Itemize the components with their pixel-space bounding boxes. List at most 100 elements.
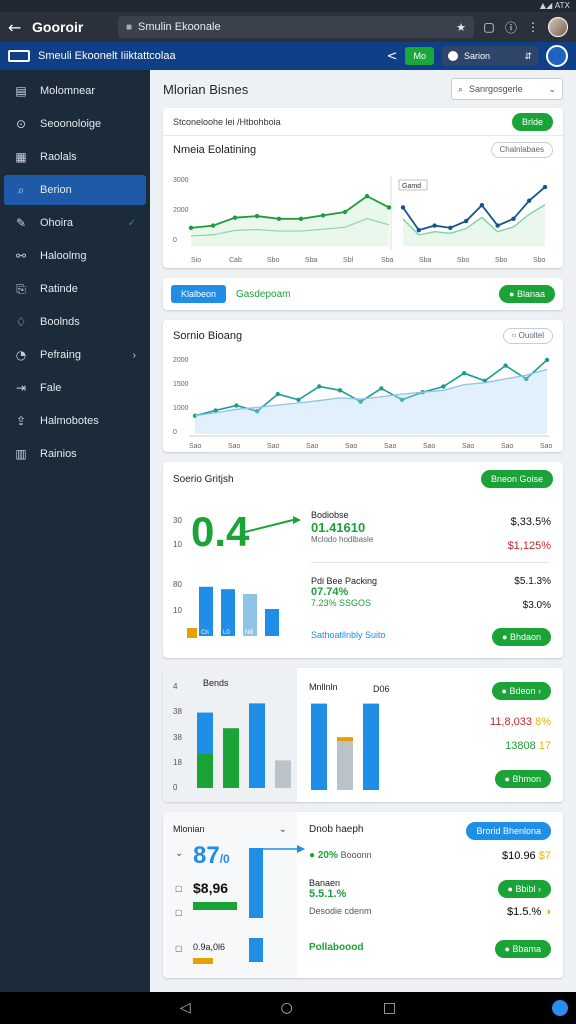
- sidebar-item-label: Pefraing: [40, 349, 81, 361]
- bar-label: NB: [245, 630, 253, 636]
- chart-subtitle: Nmeia Eolatining: [173, 144, 257, 156]
- chevron-down-icon[interactable]: ⌄: [279, 824, 287, 835]
- suite-link[interactable]: Sathoatllnbly Suito: [311, 630, 386, 640]
- more-icon[interactable]: ⋮: [526, 20, 540, 34]
- sidebar-item-label: Molomnear: [40, 85, 96, 97]
- sidebar-item-3[interactable]: ⌕ Berion: [4, 175, 146, 205]
- summary-foot-button[interactable]: ● Bbama: [494, 940, 551, 958]
- data-point: [298, 216, 304, 221]
- area-chart: 2000 1500 1000 0 Sao Sao Sao Sao Sao Sao Sao Sao Sao…: [173, 357, 553, 450]
- nav-recents-icon[interactable]: □: [383, 1000, 396, 1016]
- bar: [265, 609, 279, 636]
- bar: [199, 586, 213, 636]
- checkbox-icon[interactable]: ▢: [175, 944, 183, 953]
- x-tick-label: Sao: [189, 443, 202, 450]
- bar-chart: [311, 703, 379, 790]
- sidebar-item-label: Ratinde: [40, 283, 78, 295]
- sidebar-item-4[interactable]: ✎ Ohoira ✓: [4, 208, 146, 238]
- area-fill: [195, 369, 547, 434]
- data-point: [479, 203, 485, 208]
- book-icon: ▥: [15, 447, 27, 461]
- sidebar-item-7[interactable]: ♢ Boolnds: [4, 307, 146, 337]
- foot-bar: [193, 958, 213, 964]
- x-tick-label: Sao: [462, 443, 475, 450]
- user-avatar[interactable]: [546, 45, 568, 67]
- toggle-icon: [448, 51, 458, 61]
- tabs-icon[interactable]: ▢: [482, 20, 496, 34]
- sidebar-item-tail: ✓: [127, 217, 136, 229]
- sidebar-item-1[interactable]: ⊙ Seoonoloige: [4, 109, 146, 139]
- share-icon[interactable]: <: [387, 49, 398, 64]
- sidebar-item-label: Berion: [40, 184, 72, 196]
- metric-bottom-button[interactable]: ● Bhdaon: [492, 628, 551, 646]
- link-icon: ⚯: [15, 249, 27, 263]
- star-icon[interactable]: ★: [456, 21, 466, 34]
- data-point: [386, 205, 392, 210]
- address-bar[interactable]: ■ Smulin Ekoonale ★: [118, 16, 474, 38]
- selector-label: Sarion: [464, 51, 491, 61]
- sidebar-item-5[interactable]: ⚯ Haloolmg: [4, 241, 146, 271]
- data-point: [544, 357, 550, 363]
- bars-button-1[interactable]: ● Bdeon ›: [491, 682, 551, 700]
- nav-home-icon[interactable]: ○: [281, 1000, 293, 1016]
- filter-right-button[interactable]: ● Blanaa: [499, 285, 555, 303]
- sort-icon: ⇵: [524, 50, 532, 61]
- assistant-icon[interactable]: [552, 1000, 568, 1016]
- summary-blue-button[interactable]: Brorid Bhenlona: [466, 822, 551, 840]
- summary-foot: 0.9a,0l6: [193, 942, 226, 952]
- back-arrow-icon[interactable]: ←: [8, 18, 24, 37]
- sidebar-item-9[interactable]: ⇥ Fale: [4, 373, 146, 403]
- summary-item-2: Banaen 5.5.1.%: [309, 878, 346, 900]
- card-metrics: Soerio Gritjsh Bneon Goise 30 10 0.4 Bod…: [163, 462, 563, 658]
- sidebar-item-0[interactable]: ▤ Molomnear: [4, 76, 146, 106]
- checkbox-icon[interactable]: ▢: [175, 908, 183, 917]
- grid-icon: ▦: [15, 150, 27, 164]
- bar: [275, 760, 291, 788]
- outline-button[interactable]: ○ Ouoltel: [502, 328, 553, 344]
- chevron-down-icon[interactable]: ⌄: [548, 84, 556, 95]
- metric-sub: 7.23% SSGOS: [311, 598, 372, 608]
- settings-icon: ⊙: [15, 117, 27, 131]
- sidebar-item-2[interactable]: ▦ Raolals: [4, 142, 146, 172]
- foot-bar-blue: [249, 938, 263, 962]
- main-content: Mlorian Bisnes ⌕ Sanrgosgerle ⌄ Stconelo…: [150, 70, 576, 992]
- status-bar: ▲◢ ATX: [0, 0, 576, 12]
- bar-segment: [197, 754, 213, 788]
- card-area-chart: Sornio Bioang ○ Ouoltel 2000 1500 1000 0 Sao…: [163, 320, 563, 452]
- x-tick-label: Sbl: [343, 257, 354, 264]
- sidebar-item-8[interactable]: ◔ Pefraing ›: [4, 340, 146, 370]
- x-tick-label: Sbo: [533, 257, 546, 264]
- filter-blue-button[interactable]: Klalbeon: [171, 285, 227, 303]
- header-green-button[interactable]: Mo: [405, 47, 434, 65]
- x-tick-label: Sio: [191, 257, 201, 264]
- search-icon: ⌕: [458, 83, 464, 94]
- outline-button[interactable]: Chalnlabaes: [490, 142, 553, 158]
- card-top-button[interactable]: Bneon Goise: [480, 470, 553, 488]
- info-icon[interactable]: ⓘ: [504, 19, 518, 36]
- system-nav-bar: ◁ ○ □: [0, 992, 576, 1024]
- gauge-icon: ◔: [15, 348, 27, 362]
- filter-bar: Klalbeon Gasdepoam ● Blanaa: [163, 278, 563, 310]
- data-point: [503, 363, 508, 368]
- checkbox-icon[interactable]: ▢: [175, 884, 183, 893]
- bars-button-2[interactable]: ● Bhmon: [494, 770, 551, 788]
- bar: [337, 737, 353, 790]
- foot-link[interactable]: Pollaboood: [309, 942, 363, 953]
- sidebar-item-10[interactable]: ⇪ Halmobotes: [4, 406, 146, 436]
- nav-back-icon[interactable]: ◁: [180, 1000, 191, 1016]
- session-selector[interactable]: Sarion ⇵: [442, 46, 538, 66]
- avatar[interactable]: [548, 17, 568, 37]
- filter-label[interactable]: Gasdepoam: [236, 289, 290, 300]
- sidebar-item-6[interactable]: ⎘ Ratinde: [4, 274, 146, 304]
- search-input[interactable]: ⌕ Sanrgosgerle ⌄: [451, 78, 563, 100]
- chart-badge-label: Gamd: [402, 183, 421, 190]
- axis-tick: 30: [173, 516, 182, 525]
- card-header-button[interactable]: Brlde: [511, 112, 553, 131]
- summary-item-button[interactable]: ● Bbibl ›: [497, 880, 551, 898]
- data-point: [188, 225, 194, 231]
- y-tick-label: 2000: [173, 357, 189, 364]
- data-point: [400, 205, 406, 210]
- x-tick-label: Sao: [423, 443, 436, 450]
- summary-right: Dnob haeph Brorid Bhenlona ● 20% Booonn …: [297, 812, 563, 978]
- sidebar-item-11[interactable]: ▥ Rainios: [4, 439, 146, 469]
